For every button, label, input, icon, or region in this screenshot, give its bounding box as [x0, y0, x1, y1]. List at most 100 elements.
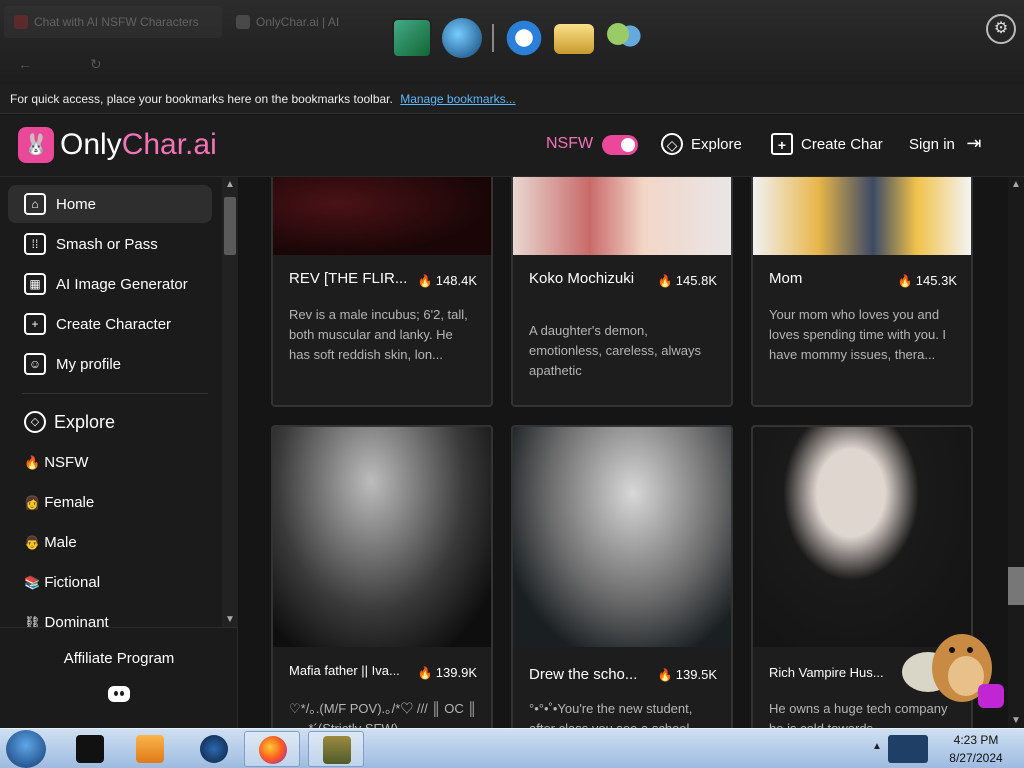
character-image: [513, 427, 731, 647]
sidebar-item-smash-or-pass[interactable]: ⁞⁞ Smash or Pass: [8, 225, 212, 263]
character-card[interactable]: Koko Mochizuki 🔥 145.8K A daughter's demo…: [511, 177, 733, 407]
browser-chrome: Chat with AI NSFW Characters OnlyChar.ai…: [0, 0, 1024, 84]
card-title: Mafia father || Iva...: [289, 663, 400, 678]
scroll-up-icon[interactable]: ▲: [222, 179, 238, 190]
chat-widget-button[interactable]: [978, 684, 1004, 708]
tab-label: Chat with AI NSFW Characters: [34, 15, 199, 29]
sidebar-item-create-character[interactable]: + Create Character: [8, 305, 212, 343]
sidebar: ⌂ Home ⁞⁞ Smash or Pass ▦ AI Image Generato…: [0, 177, 238, 728]
taskbar-app[interactable]: [186, 731, 242, 767]
sidebar-scrollbar[interactable]: ▲ ▼: [222, 177, 238, 627]
scroll-up-icon[interactable]: ▲: [1008, 179, 1024, 190]
sidebar-nav: ⌂ Home ⁞⁞ Smash or Pass ▦ AI Image Generato…: [0, 177, 222, 627]
tray-expand-icon[interactable]: ▲: [872, 741, 882, 752]
character-card[interactable]: REV [THE FLIR... 🔥 148.4K Rev is a male i…: [271, 177, 493, 407]
category-female[interactable]: 👩 Female: [24, 494, 94, 511]
character-card[interactable]: Mafia father || Iva... 🔥 139.9K ♡*/｡.(M/F…: [271, 425, 493, 728]
browser-tab-1[interactable]: Chat with AI NSFW Characters: [4, 6, 222, 38]
bookmarks-hint: For quick access, place your bookmarks h…: [10, 92, 393, 106]
character-grid: REV [THE FLIR... 🔥 148.4K Rev is a male i…: [238, 177, 1008, 728]
explore-heading: ◇ Explore: [24, 411, 115, 433]
tab-favicon-icon: [14, 15, 28, 29]
taskbar-app[interactable]: [308, 731, 364, 767]
sign-in-link[interactable]: Sign in ⇥: [909, 133, 985, 155]
explore-link[interactable]: ◇ Explore: [661, 133, 742, 155]
taskbar-app[interactable]: [62, 731, 118, 767]
divider: [22, 393, 208, 394]
user-icon: ☺: [24, 353, 46, 375]
card-description: °•°•˚•You're the new student, after clas…: [529, 701, 693, 728]
image-icon: ▦: [24, 273, 46, 295]
category-male[interactable]: 👨 Male: [24, 534, 77, 551]
bookmarks-toolbar: For quick access, place your bookmarks h…: [0, 84, 1024, 114]
page: 🐰 OnlyChar.ai NSFW ◇ Explore + Create Char…: [0, 115, 1024, 728]
card-title: Drew the scho...: [529, 666, 638, 683]
card-description: Rev is a male incubus; 6'2, tall, both m…: [289, 307, 468, 362]
card-title: Koko Mochizuki: [529, 270, 635, 287]
fire-icon: 🔥: [24, 454, 41, 470]
nsfw-toggle[interactable]: [602, 135, 638, 155]
chat-count: 🔥 148.4K: [417, 273, 477, 288]
clock-date: 8/27/2024: [949, 751, 1003, 765]
chain-icon: ⛓: [24, 614, 41, 628]
chat-count: 🔥 145.8K: [657, 273, 717, 288]
chat-count: 🔥 139.9K: [417, 665, 477, 680]
sidebar-footer: Affiliate Program: [0, 627, 238, 728]
male-icon: 👨: [24, 534, 41, 550]
tab-label: OnlyChar.ai | AI: [256, 15, 340, 29]
scrollbar-thumb[interactable]: [224, 197, 236, 255]
discord-icon[interactable]: [108, 686, 130, 702]
nav-toolbar: ← ↻: [0, 50, 1024, 80]
character-image: [273, 177, 491, 255]
site-header: 🐰 OnlyChar.ai NSFW ◇ Explore + Create Char…: [0, 115, 1024, 177]
chat-count: 🔥 139.5K: [657, 667, 717, 682]
nsfw-label: NSFW: [546, 135, 594, 152]
main-scrollbar[interactable]: ▲ ▼: [1008, 177, 1024, 728]
category-dominant[interactable]: ⛓ Dominant: [24, 614, 109, 627]
scroll-down-icon[interactable]: ▼: [1008, 715, 1024, 726]
flame-icon: 🔥: [897, 273, 913, 288]
card-title: REV [THE FLIR...: [289, 270, 408, 287]
compass-icon: ◇: [24, 411, 46, 433]
back-icon[interactable]: ←: [18, 56, 32, 72]
character-image: [753, 427, 971, 647]
sidebar-item-ai-image-generator[interactable]: ▦ AI Image Generator: [8, 265, 212, 303]
character-card[interactable]: Mom 🔥 145.3K Your mom who loves you and l…: [751, 177, 973, 407]
sidebar-item-home[interactable]: ⌂ Home: [8, 185, 212, 223]
create-char-link[interactable]: + Create Char: [771, 133, 883, 155]
character-image: [273, 427, 491, 647]
clock-time: 4:23 PM: [953, 733, 999, 747]
scrollbar-thumb[interactable]: [1008, 567, 1024, 605]
clock[interactable]: 4:23 PM 8/27/2024: [934, 731, 1018, 767]
start-button[interactable]: [6, 730, 46, 768]
category-fictional[interactable]: 📚 Fictional: [24, 574, 100, 591]
sidebar-item-my-profile[interactable]: ☺ My profile: [8, 345, 212, 383]
reload-icon[interactable]: ↻: [90, 56, 102, 73]
affiliate-program-link[interactable]: Affiliate Program: [0, 650, 238, 667]
grid-icon: ⁞⁞: [24, 233, 46, 255]
category-nsfw[interactable]: 🔥 NSFW: [24, 454, 88, 471]
books-icon: 📚: [24, 574, 41, 590]
card-description: A daughter's demon, emotionless, careles…: [529, 323, 701, 378]
flame-icon: 🔥: [417, 273, 433, 288]
taskbar-firefox[interactable]: [244, 731, 300, 767]
scroll-down-icon[interactable]: ▼: [222, 614, 238, 625]
character-image: [513, 177, 731, 255]
character-card[interactable]: Drew the scho... 🔥 139.5K °•°•˚•You're th…: [511, 425, 733, 728]
browser-tab-2[interactable]: OnlyChar.ai | AI: [226, 6, 376, 38]
card-description: Your mom who loves you and loves spendin…: [769, 307, 947, 362]
windows-taskbar: ▲ 4:23 PM 8/27/2024: [0, 728, 1024, 768]
taskbar-media-player[interactable]: [122, 731, 178, 767]
rabbit-logo-icon[interactable]: 🐰: [18, 127, 54, 163]
card-description: ♡*/｡.(M/F POV).｡/*♡ /// ║ OC ║ - ..-*´(S…: [289, 701, 477, 728]
system-tray: ▲ 4:23 PM 8/27/2024: [868, 729, 1024, 768]
flame-icon: 🔥: [657, 667, 673, 682]
site-logo[interactable]: OnlyChar.ai: [60, 127, 217, 163]
card-title: Rich Vampire Hus...: [769, 665, 884, 680]
manage-bookmarks-link[interactable]: Manage bookmarks...: [400, 92, 515, 106]
network-icon[interactable]: [888, 735, 928, 763]
settings-icon[interactable]: ⚙: [986, 14, 1016, 44]
chat-count: 🔥 145.3K: [897, 273, 957, 288]
plus-icon: +: [771, 133, 793, 155]
tab-favicon-icon: [236, 15, 250, 29]
